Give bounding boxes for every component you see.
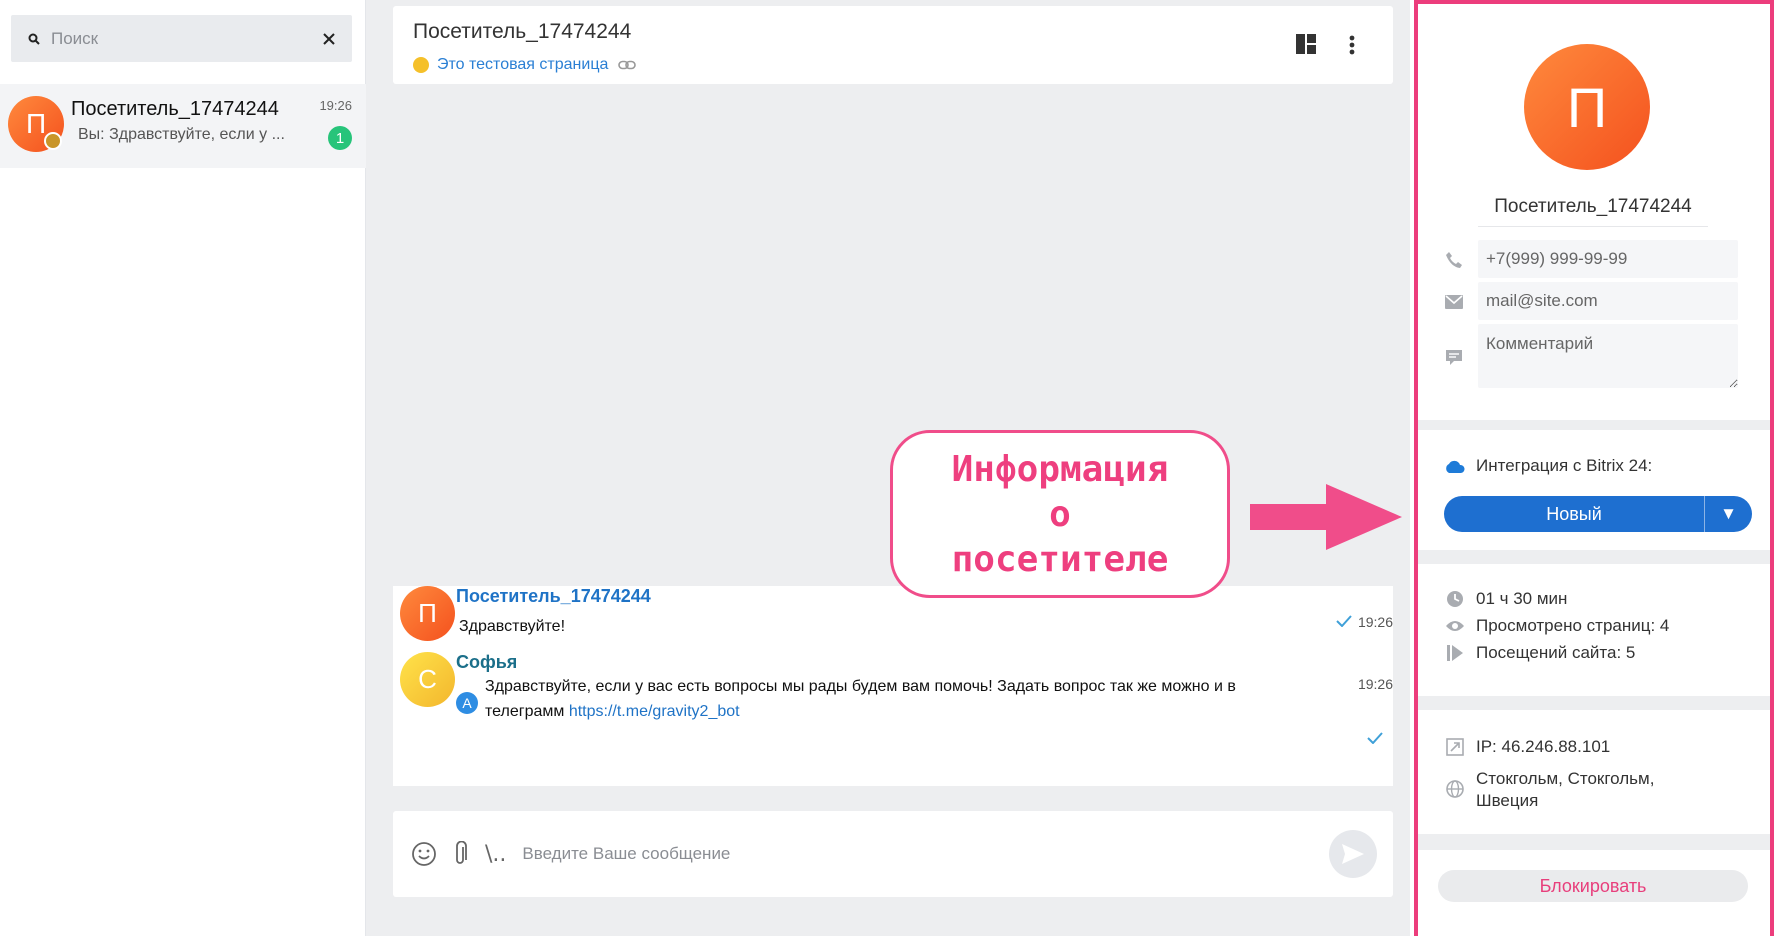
phone-field[interactable]: [1478, 240, 1738, 278]
message: С Софья A Здравствуйте, если у вас есть …: [393, 652, 1393, 782]
annotation-line-2: о: [1049, 493, 1071, 535]
cloud-icon: [1444, 459, 1466, 473]
message-meta: 19:26: [1336, 614, 1393, 630]
message-author[interactable]: Посетитель_17474244: [456, 586, 651, 607]
chat-list-item[interactable]: П Посетитель_17474244 19:26 Вы: Здравств…: [0, 84, 366, 168]
visitor-avatar: П: [1524, 44, 1650, 170]
ip-row: IP: 46.246.88.101: [1444, 736, 1610, 758]
chat-time: 19:26: [319, 98, 352, 113]
chat-panel: Посетитель_17474244 Это тестовая страниц…: [366, 0, 1410, 936]
message-author: Софья: [456, 652, 518, 672]
search-box: [11, 15, 352, 62]
avatar-letter: П: [25, 108, 47, 139]
avatar: С: [400, 652, 455, 707]
link-icon[interactable]: [618, 60, 637, 70]
chat-preview: Вы: Здравствуйте, если у ...: [78, 126, 285, 143]
stat-visits-text: Посещений сайта: 5: [1476, 643, 1636, 662]
message-text: Здравствуйте, если у вас есть вопросы мы…: [485, 674, 1245, 724]
location-row: Стокгольм, Стокгольм, Швеция: [1444, 768, 1744, 812]
globe-icon: [1444, 778, 1466, 800]
message-list: П Посетитель_17474244 Здравствуйте! 19:2…: [393, 586, 1393, 786]
stat-duration: 01 ч 30 мин: [1444, 588, 1567, 610]
chat-name: Посетитель_17474244: [71, 98, 279, 120]
bitrix-integration: Интеграция с Bitrix 24: Новый ▼: [1418, 430, 1770, 550]
page-info: Это тестовая страница: [413, 56, 637, 74]
agent-badge: A: [456, 692, 478, 714]
chat-title: Посетитель_17474244: [413, 20, 632, 43]
visit-stats: 01 ч 30 мин Просмотрено страниц: 4 Посещ…: [1418, 564, 1770, 696]
message-time: 19:26: [1357, 676, 1393, 692]
play-icon: [1444, 642, 1466, 664]
message: П Посетитель_17474244 Здравствуйте! 19:2…: [393, 586, 1393, 646]
read-check-icon: [1367, 732, 1383, 744]
annotation-line-1: Информация: [951, 448, 1169, 490]
visitor-info-panel: П Посетитель_17474244 Интеграция с Bitri…: [1414, 0, 1774, 936]
eye-icon: [1444, 615, 1466, 637]
chat-header: Посетитель_17474244 Это тестовая страниц…: [393, 6, 1393, 84]
bitrix-label-row: Интеграция с Bitrix 24:: [1444, 456, 1652, 476]
email-field[interactable]: [1478, 282, 1738, 320]
stat-visits: Посещений сайта: 5: [1444, 642, 1635, 664]
clear-search-icon[interactable]: [318, 28, 340, 50]
emoji-icon[interactable]: [409, 839, 439, 869]
status-dot: [413, 57, 429, 73]
page-link[interactable]: Это тестовая страница: [437, 56, 608, 74]
email-icon: [1444, 292, 1464, 312]
stat-pages: Просмотрено страниц: 4: [1444, 615, 1669, 637]
message-input[interactable]: [522, 844, 1329, 864]
search-icon: [25, 30, 43, 48]
message-composer: \..: [393, 811, 1393, 897]
annotation-line-3: посетителе: [951, 538, 1169, 580]
stat-duration-text: 01 ч 30 мин: [1476, 589, 1568, 608]
chat-list-panel: П Посетитель_17474244 19:26 Вы: Здравств…: [0, 0, 366, 936]
clock-icon: [1444, 588, 1466, 610]
message-time: 19:26: [1357, 614, 1393, 630]
phone-icon: [1444, 250, 1464, 270]
visitor-geo: IP: 46.246.88.101 Стокгольм, Стокгольм, …: [1418, 710, 1770, 834]
avatar-letter: П: [1566, 75, 1608, 139]
comment-field[interactable]: [1478, 324, 1738, 388]
more-options-icon[interactable]: [1341, 34, 1363, 56]
app: П Посетитель_17474244 19:26 Вы: Здравств…: [0, 0, 1774, 936]
quick-commands-button[interactable]: \..: [485, 842, 506, 867]
annotation-arrow-icon: [1250, 484, 1402, 555]
send-button[interactable]: [1329, 830, 1377, 878]
message-text: Здравствуйте!: [459, 618, 566, 635]
bitrix-status-select[interactable]: Новый ▼: [1444, 496, 1752, 532]
bitrix-status-value: Новый: [1546, 503, 1602, 524]
avatar: П: [400, 586, 455, 641]
unread-badge: 1: [328, 126, 352, 150]
online-status-dot: [44, 132, 62, 150]
read-check-icon: [1336, 614, 1352, 630]
avatar-letter: П: [418, 598, 437, 628]
visitor-name[interactable]: Посетитель_17474244: [1478, 196, 1708, 227]
message-link[interactable]: https://t.me/gravity2_bot: [569, 703, 740, 720]
block-visitor-button[interactable]: Блокировать: [1438, 870, 1748, 902]
avatar-letter: С: [418, 664, 437, 694]
location-text: Стокгольм, Стокгольм, Швеция: [1476, 769, 1655, 810]
search-input[interactable]: [51, 28, 318, 49]
caret-down-icon[interactable]: ▼: [1704, 496, 1752, 532]
visitor-contact-card: П Посетитель_17474244: [1418, 4, 1770, 420]
annotation-callout: Информация о посетителе: [890, 430, 1230, 598]
stat-pages-text: Просмотрено страниц: 4: [1476, 616, 1670, 635]
layout-toggle-icon[interactable]: [1296, 34, 1318, 56]
ip-text: IP: 46.246.88.101: [1476, 737, 1611, 756]
external-link-icon: [1444, 736, 1466, 758]
bitrix-label: Интеграция с Bitrix 24:: [1476, 456, 1653, 475]
attach-icon[interactable]: [445, 839, 475, 869]
comment-icon: [1444, 348, 1464, 368]
block-section: Блокировать: [1418, 850, 1770, 936]
